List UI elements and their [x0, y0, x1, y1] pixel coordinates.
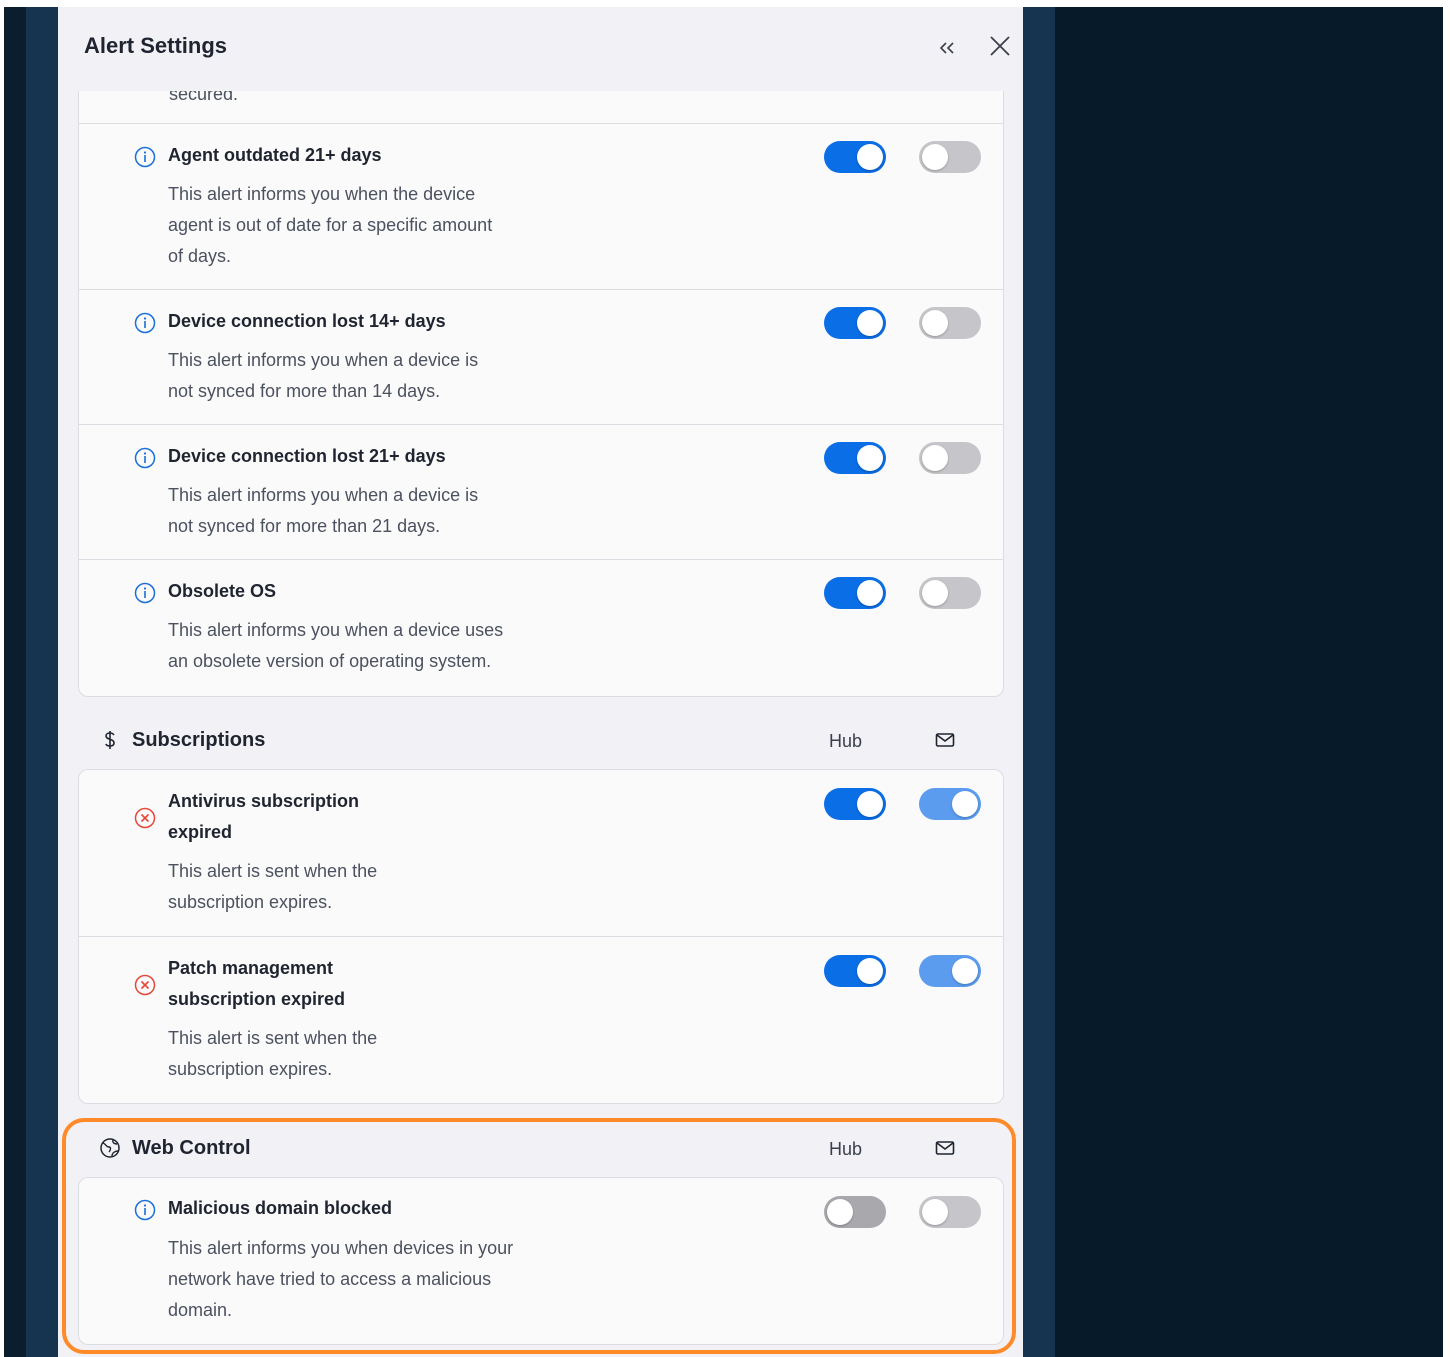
- alert-title: Antivirus subscription: [168, 791, 360, 811]
- alert-description-line: agent is out of date for a specific amou…: [168, 215, 493, 235]
- alert-row-connection-lost-14: Device connection lost 14+ days This ale…: [79, 289, 1003, 425]
- info-icon: [134, 582, 156, 604]
- error-circle-icon: [134, 807, 156, 829]
- alert-row-malicious-domain-blocked: Malicious domain blocked This alert info…: [79, 1178, 1003, 1344]
- alert-title: expired: [168, 822, 233, 842]
- alert-description-line: This alert informs you when devices in y…: [168, 1238, 514, 1258]
- alert-title: Patch management: [168, 958, 334, 978]
- close-icon: [989, 35, 1011, 62]
- hub-column-label: Hub: [829, 731, 863, 751]
- alert-row-connection-lost-21: Device connection lost 21+ days This ale…: [79, 424, 1003, 560]
- mail-icon: [934, 1137, 956, 1159]
- hub-toggle[interactable]: [824, 577, 886, 609]
- alert-description-line: an obsolete version of operating system.: [168, 651, 492, 671]
- alert-description-line: This alert informs you when a device use…: [168, 620, 504, 640]
- dollar-icon: [98, 728, 122, 752]
- alert-row-antivirus-expired: Antivirus subscription expired This aler…: [79, 770, 1003, 936]
- panel-header: Alert Settings: [58, 7, 1023, 91]
- alert-title: Malicious domain blocked: [168, 1198, 393, 1218]
- mail-icon: [934, 729, 956, 751]
- web-control-section-header: Web Control Hub: [58, 1128, 1023, 1168]
- double-chevron-left-icon: [938, 34, 956, 62]
- alert-settings-panel: Alert Settings secured. Agent outdated 2…: [58, 7, 1023, 1357]
- alert-description-line: network have tried to access a malicious: [168, 1269, 492, 1289]
- app-backdrop: [4, 7, 26, 1357]
- hub-column-label: Hub: [829, 1139, 863, 1159]
- email-toggle[interactable]: [919, 955, 981, 987]
- section-title: Subscriptions: [132, 729, 266, 751]
- alert-description-line: This alert is sent when the: [168, 861, 378, 881]
- alert-row-patch-management-expired: Patch management subscription expired Th…: [79, 936, 1003, 1103]
- subscriptions-card: Antivirus subscription expired This aler…: [78, 769, 1004, 1104]
- hub-toggle[interactable]: [824, 788, 886, 820]
- alert-row-obsolete-os: Obsolete OS This alert informs you when …: [79, 559, 1003, 696]
- alert-description-line: This alert informs you when the device: [168, 184, 476, 204]
- alert-description-line: of days.: [168, 246, 232, 266]
- alert-description-line: This alert informs you when a device is: [168, 485, 479, 505]
- screen-frame-top: [0, 0, 1450, 7]
- alert-description-line: domain.: [168, 1300, 233, 1320]
- alert-title: subscription expired: [168, 989, 346, 1009]
- web-control-card: Malicious domain blocked This alert info…: [78, 1177, 1004, 1345]
- section-title: Web Control: [132, 1137, 251, 1159]
- email-toggle[interactable]: [919, 307, 981, 339]
- alert-title: Device connection lost 21+ days: [168, 446, 446, 466]
- info-icon: [134, 1199, 156, 1221]
- subscriptions-section-header: Subscriptions Hub: [58, 720, 1023, 760]
- alert-description-line: not synced for more than 21 days.: [168, 516, 441, 536]
- info-icon: [134, 447, 156, 469]
- email-toggle[interactable]: [919, 577, 981, 609]
- email-toggle[interactable]: [919, 1196, 981, 1228]
- alert-description-line: not synced for more than 14 days.: [168, 381, 441, 401]
- alert-description-line: subscription expires.: [168, 892, 333, 912]
- alert-description-line: This alert is sent when the: [168, 1028, 378, 1048]
- panel-title: Alert Settings: [84, 33, 228, 58]
- hub-toggle[interactable]: [824, 442, 886, 474]
- email-toggle[interactable]: [919, 788, 981, 820]
- collapse-button[interactable]: [930, 31, 964, 65]
- hub-toggle[interactable]: [824, 955, 886, 987]
- panel-edge-right: [1023, 7, 1055, 1357]
- alert-title: Device connection lost 14+ days: [168, 311, 446, 331]
- close-button[interactable]: [983, 31, 1017, 65]
- alert-description-line: This alert informs you when a device is: [168, 350, 479, 370]
- alert-title: Obsolete OS: [168, 581, 277, 601]
- info-icon: [134, 312, 156, 334]
- alert-title: Agent outdated 21+ days: [168, 145, 382, 165]
- alert-description-line: subscription expires.: [168, 1059, 333, 1079]
- alert-row-agent-outdated: Agent outdated 21+ days This alert infor…: [79, 123, 1003, 290]
- hub-toggle[interactable]: [824, 307, 886, 339]
- globe-icon: [98, 1136, 122, 1160]
- email-toggle[interactable]: [919, 141, 981, 173]
- error-circle-icon: [134, 974, 156, 996]
- hub-toggle[interactable]: [824, 1196, 886, 1228]
- info-icon: [134, 146, 156, 168]
- panel-scroll-area[interactable]: secured. Agent outdated 21+ days This al…: [58, 7, 1023, 1357]
- email-toggle[interactable]: [919, 442, 981, 474]
- screen-frame-right: [1443, 0, 1450, 1357]
- hub-toggle[interactable]: [824, 141, 886, 173]
- panel-edge-left: [26, 7, 58, 1357]
- device-alerts-card: secured. Agent outdated 21+ days This al…: [78, 47, 1004, 697]
